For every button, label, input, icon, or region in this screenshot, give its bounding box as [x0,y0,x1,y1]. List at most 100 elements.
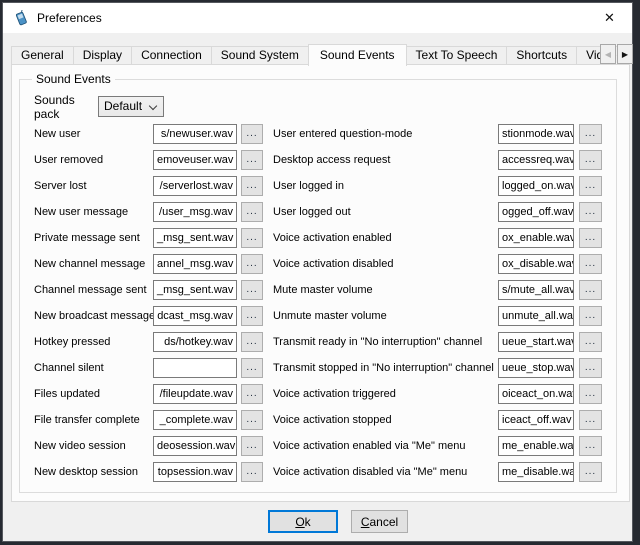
browse-button[interactable]: ... [241,384,263,404]
tab-sound-system[interactable]: Sound System [211,46,309,65]
sound-event-label: Channel message sent [34,284,153,296]
browse-button[interactable]: ... [579,410,602,430]
cancel-button[interactable]: Cancel [351,510,408,533]
tab-sound-events[interactable]: Sound Events [308,44,407,66]
browse-button[interactable]: ... [241,176,263,196]
sound-file-input[interactable]: emoveuser.wav [153,150,237,170]
browse-button[interactable]: ... [241,358,263,378]
sound-file-input[interactable]: annel_msg.wav [153,254,237,274]
sound-file-input[interactable]: ox_enable.wav [498,228,574,248]
sound-file-input[interactable]: me_disable.wav [498,462,574,482]
arrow-left-icon: ◀ [605,50,611,59]
sound-file-input[interactable]: s/mute_all.wav [498,280,574,300]
sound-file-input[interactable]: ueue_stop.wav [498,358,574,378]
browse-button[interactable]: ... [241,150,263,170]
browse-button[interactable]: ... [579,332,602,352]
sound-event-row: Voice activation disabledox_disable.wav.… [273,251,602,277]
tab-general[interactable]: General [11,46,74,65]
sound-event-label: Voice activation disabled via "Me" menu [273,466,498,478]
tab-scroll-right-button[interactable]: ▶ [617,44,633,64]
tab-page-sound-events: Sound Events Sounds pack Default New use… [11,64,630,502]
sound-file-input[interactable]: ogged_off.wav [498,202,574,222]
sound-file-input[interactable]: topsession.wav [153,462,237,482]
sound-event-label: User logged out [273,206,498,218]
sound-event-row: User entered question-modestionmode.wav.… [273,121,602,147]
sound-event-label: Voice activation stopped [273,414,498,426]
sound-file-input[interactable]: stionmode.wav [498,124,574,144]
app-icon [13,10,29,26]
sound-event-row: Voice activation disabled via "Me" menum… [273,459,602,485]
browse-button[interactable]: ... [241,410,263,430]
browse-button[interactable]: ... [241,124,263,144]
sound-file-input[interactable]: ox_disable.wav [498,254,574,274]
sounds-pack-dropdown[interactable]: Default [98,96,164,117]
sounds-pack-value: Default [104,99,142,113]
sound-file-input[interactable]: ueue_start.wav [498,332,574,352]
browse-button[interactable]: ... [241,332,263,352]
sound-file-input[interactable]: dcast_msg.wav [153,306,237,326]
sound-file-input[interactable] [153,358,237,378]
tab-bar: GeneralDisplayConnectionSound SystemSoun… [11,43,624,65]
browse-button[interactable]: ... [241,280,263,300]
sound-events-groupbox: Sound Events Sounds pack Default New use… [19,79,617,493]
browse-button[interactable]: ... [579,306,602,326]
browse-button[interactable]: ... [579,280,602,300]
sound-file-input[interactable]: deosession.wav [153,436,237,456]
ok-button[interactable]: Ok [268,510,338,533]
titlebar: Preferences ✕ [3,3,632,33]
sound-event-label: Transmit stopped in "No interruption" ch… [273,362,498,374]
browse-button[interactable]: ... [241,254,263,274]
sound-event-row: Unmute master volumeunmute_all.wav... [273,303,602,329]
sound-file-input[interactable]: _msg_sent.wav [153,280,237,300]
sound-event-row: Voice activation triggeredoiceact_on.wav… [273,381,602,407]
browse-button[interactable]: ... [241,436,263,456]
sound-file-input[interactable]: accessreq.wav [498,150,574,170]
browse-button[interactable]: ... [579,358,602,378]
sound-event-label: Transmit ready in "No interruption" chan… [273,336,498,348]
sound-event-row: New channel messageannel_msg.wav... [34,251,263,277]
sound-file-input[interactable]: _msg_sent.wav [153,228,237,248]
browse-button[interactable]: ... [579,436,602,456]
browse-button[interactable]: ... [241,202,263,222]
browse-button[interactable]: ... [579,462,602,482]
sound-event-label: Channel silent [34,362,153,374]
sound-file-input[interactable]: ds/hotkey.wav [153,332,237,352]
sound-file-input[interactable]: /serverlost.wav [153,176,237,196]
sound-file-input[interactable]: /user_msg.wav [153,202,237,222]
browse-button[interactable]: ... [579,176,602,196]
sound-event-label: Voice activation enabled via "Me" menu [273,440,498,452]
browse-button[interactable]: ... [579,254,602,274]
browse-button[interactable]: ... [579,124,602,144]
sound-event-label: Desktop access request [273,154,498,166]
sound-file-input[interactable]: unmute_all.wav [498,306,574,326]
sound-file-input[interactable]: me_enable.wav [498,436,574,456]
browse-button[interactable]: ... [579,384,602,404]
sound-file-input[interactable]: _complete.wav [153,410,237,430]
sound-event-label: File transfer complete [34,414,153,426]
tab-shortcuts[interactable]: Shortcuts [506,46,577,65]
sound-event-label: Unmute master volume [273,310,498,322]
preferences-dialog: Preferences ✕ GeneralDisplayConnectionSo… [2,2,633,542]
sound-event-label: Voice activation disabled [273,258,498,270]
browse-button[interactable]: ... [241,462,263,482]
browse-button[interactable]: ... [579,202,602,222]
tab-display[interactable]: Display [73,46,132,65]
sound-file-input[interactable]: iceact_off.wav [498,410,574,430]
tab-scroll-left-button[interactable]: ◀ [600,44,616,64]
sound-event-row: File transfer complete_complete.wav... [34,407,263,433]
browse-button[interactable]: ... [241,228,263,248]
tab-connection[interactable]: Connection [131,46,212,65]
browse-button[interactable]: ... [579,150,602,170]
sound-file-input[interactable]: s/newuser.wav [153,124,237,144]
sound-file-input[interactable]: logged_on.wav [498,176,574,196]
browse-button[interactable]: ... [241,306,263,326]
sounds-pack-row: Sounds pack Default [34,96,616,117]
close-button[interactable]: ✕ [587,3,632,33]
browse-button[interactable]: ... [579,228,602,248]
sound-file-input[interactable]: oiceact_on.wav [498,384,574,404]
sound-event-row: User removedemoveuser.wav... [34,147,263,173]
sound-file-input[interactable]: /fileupdate.wav [153,384,237,404]
sound-event-row: Channel message sent_msg_sent.wav... [34,277,263,303]
tab-text-to-speech[interactable]: Text To Speech [406,46,508,65]
sound-event-row: Voice activation stoppediceact_off.wav..… [273,407,602,433]
